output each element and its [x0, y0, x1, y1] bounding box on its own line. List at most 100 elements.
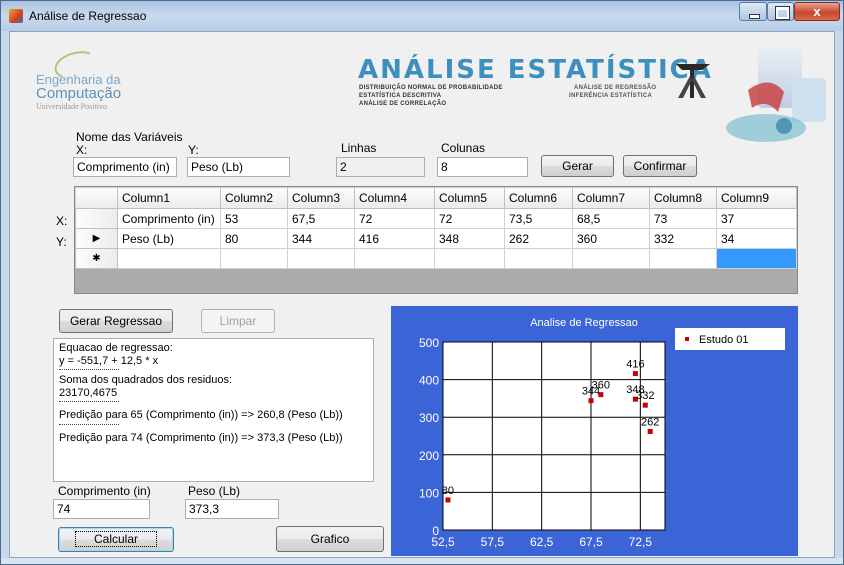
- column-header[interactable]: Column4: [354, 187, 435, 209]
- data-point: [445, 497, 451, 503]
- data-label: 332: [636, 390, 654, 402]
- grid-cell[interactable]: 67,5: [287, 208, 355, 229]
- grid-corner-cell[interactable]: [75, 187, 118, 209]
- grid-cell[interactable]: 332: [649, 228, 717, 249]
- grid-x-label: X:: [56, 214, 68, 228]
- column-header[interactable]: Column3: [287, 187, 355, 209]
- window-border-left: [1, 31, 9, 558]
- grid-cell[interactable]: 68,5: [572, 208, 650, 229]
- calc-y-output[interactable]: 373,3: [185, 499, 279, 519]
- calc-x-input[interactable]: 74: [53, 499, 150, 519]
- grid-cell[interactable]: 72: [434, 208, 505, 229]
- university-logo: Engenharia da Computação Universidade Po…: [30, 46, 130, 132]
- grid-y-label: Y:: [56, 235, 67, 249]
- table-row[interactable]: Comprimento (in) 53 67,5 72 72 73,5 68,5…: [75, 208, 797, 229]
- logo-line-3: Universidade Positivo: [36, 102, 107, 111]
- chart-svg: Analise de Regressao010020030040050052,5…: [419, 317, 785, 549]
- data-label: 416: [626, 359, 644, 371]
- data-label: 262: [641, 416, 659, 428]
- column-header[interactable]: Column1: [117, 187, 221, 209]
- y-tick-label: 300: [419, 411, 439, 425]
- grid-cell[interactable]: 72: [354, 208, 435, 229]
- column-header[interactable]: Column8: [649, 187, 717, 209]
- rows-field[interactable]: 2: [336, 157, 425, 177]
- grid-cell[interactable]: 80: [220, 228, 288, 249]
- generate-button[interactable]: Gerar: [541, 155, 614, 177]
- column-header[interactable]: Column2: [220, 187, 288, 209]
- data-grid[interactable]: Column1 Column2 Column3 Column4 Column5 …: [74, 186, 798, 294]
- column-header[interactable]: Column6: [504, 187, 573, 209]
- results-textbox[interactable]: Equacao de regressao: y = -551,7 + 12,5 …: [53, 338, 374, 482]
- x-tick-label: 52,5: [431, 535, 455, 549]
- close-icon: x: [813, 4, 821, 19]
- y-variable-label: Y:: [188, 143, 199, 157]
- grid-cell[interactable]: 37: [716, 208, 797, 229]
- grid-cell[interactable]: 73,5: [504, 208, 573, 229]
- variable-names-label: Nome das Variáveis: [76, 130, 183, 144]
- selected-cell[interactable]: [716, 248, 797, 269]
- table-row[interactable]: ▶ Peso (Lb) 80 344 416 348 262 360 332 3…: [75, 228, 797, 249]
- current-row-icon[interactable]: ▶: [75, 228, 118, 249]
- banner-subtitle: DISTRIBUIÇÃO NORMAL DE PROBABILIDADE: [359, 85, 503, 91]
- title-bar[interactable]: Análise de Regressao x: [1, 1, 843, 31]
- maximize-button[interactable]: [767, 2, 794, 21]
- grid-cell[interactable]: 34: [716, 228, 797, 249]
- new-row[interactable]: ✱: [75, 248, 797, 269]
- data-point: [588, 398, 594, 404]
- column-header[interactable]: Column7: [572, 187, 650, 209]
- app-icon: [9, 9, 23, 23]
- grid-cell[interactable]: Peso (Lb): [117, 228, 221, 249]
- grid-cell[interactable]: 73: [649, 208, 717, 229]
- banner-title: ANÁLISE ESTATÍSTICA: [358, 55, 713, 85]
- confirm-button[interactable]: Confirmar: [623, 155, 697, 177]
- calc-x-label: Comprimento (in): [58, 484, 151, 498]
- grid-cell[interactable]: [354, 248, 435, 269]
- grid-cell[interactable]: 348: [434, 228, 505, 249]
- y-variable-input[interactable]: Peso (Lb): [187, 157, 290, 177]
- banner-subtitle: ESTATÍSTICA DESCRITIVA: [359, 93, 442, 99]
- grid-cell[interactable]: 53: [220, 208, 288, 229]
- result-line: y = -551,7 + 12,5 * x: [59, 355, 159, 367]
- grid-cell[interactable]: Comprimento (in): [117, 208, 221, 229]
- result-separator: [59, 401, 119, 406]
- chart-title: Analise de Regressao: [530, 317, 638, 329]
- minimize-button[interactable]: [739, 2, 767, 21]
- calculate-button[interactable]: Calcular: [58, 527, 174, 552]
- grid-cell[interactable]: [504, 248, 573, 269]
- generate-regression-button[interactable]: Gerar Regressao: [59, 309, 173, 333]
- grid-cell[interactable]: 262: [504, 228, 573, 249]
- row-header[interactable]: [75, 208, 118, 229]
- grid-cell[interactable]: 416: [354, 228, 435, 249]
- legend-label: Estudo 01: [699, 334, 749, 346]
- new-row-icon[interactable]: ✱: [75, 248, 118, 269]
- grid-cell[interactable]: [220, 248, 288, 269]
- grid-cell[interactable]: [287, 248, 355, 269]
- grid-cell[interactable]: [649, 248, 717, 269]
- regression-chart: Analise de Regressao 0 100 200 300 400 500 52,5…: [391, 306, 798, 556]
- column-header[interactable]: Column9: [716, 187, 797, 209]
- y-tick-label: 500: [419, 336, 439, 350]
- result-separator: [59, 424, 119, 429]
- data-label: 360: [592, 380, 610, 392]
- x-tick-label: 62,5: [530, 535, 554, 549]
- grid-cell[interactable]: [117, 248, 221, 269]
- grid-cell[interactable]: 360: [572, 228, 650, 249]
- window-border-right: [835, 31, 843, 558]
- grid-cell[interactable]: [572, 248, 650, 269]
- y-tick-label: 400: [419, 374, 439, 388]
- x-variable-input[interactable]: Comprimento (in): [73, 157, 177, 177]
- x-variable-label: X:: [76, 143, 88, 157]
- x-tick-label: 72,5: [629, 535, 653, 549]
- close-button[interactable]: x: [794, 2, 840, 21]
- grid-cell[interactable]: 344: [287, 228, 355, 249]
- result-line: Predição para 74 (Comprimento (in)) => 3…: [59, 432, 343, 444]
- brand-mark-icon: [676, 64, 710, 98]
- chart-button[interactable]: Grafico: [276, 526, 384, 552]
- grid-cell[interactable]: [434, 248, 505, 269]
- data-point: [647, 428, 653, 434]
- clear-button[interactable]: Limpar: [201, 309, 275, 333]
- column-header[interactable]: Column5: [434, 187, 505, 209]
- columns-input[interactable]: 8: [437, 157, 528, 177]
- rows-label: Linhas: [341, 141, 377, 155]
- banner-subtitle: ANÁLISE DE REGRESSÃO: [574, 85, 657, 91]
